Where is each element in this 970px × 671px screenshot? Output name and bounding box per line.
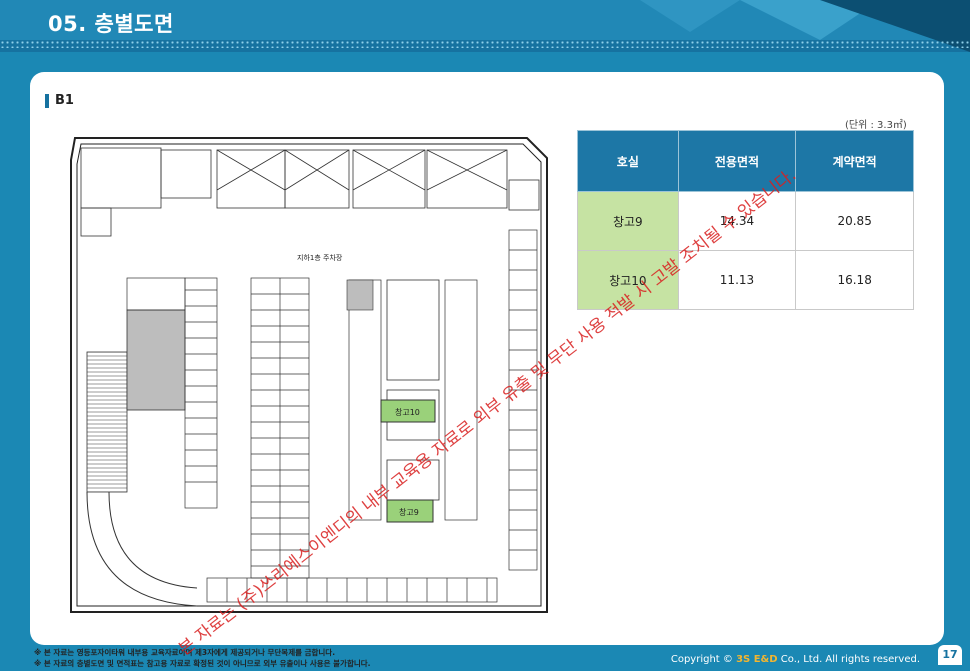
copyright-suffix: Co., Ltd. All rights reserved.	[780, 654, 920, 665]
footnote-2: ※ 본 자료의 층별도면 및 면적표는 참고용 자료로 확정된 것이 아니므로 …	[34, 659, 371, 668]
col-header-contract: 계약면적	[795, 130, 914, 192]
contract-area-cell: 16.18	[795, 250, 914, 310]
section-label-text: B1	[55, 93, 74, 108]
section-marker	[45, 93, 49, 108]
copyright: Copyright © 3S E&D Co., Ltd. All rights …	[671, 654, 920, 665]
storage9-label: 창고9	[399, 508, 419, 517]
parking-label: 지하1층 주차장	[297, 253, 343, 262]
section-label: B1	[45, 93, 74, 108]
brand-name: 3S E&D	[736, 654, 778, 665]
page-title: 05. 층별도면	[48, 12, 174, 36]
room-cell: 창고9	[577, 191, 679, 251]
page-number: 17	[938, 645, 962, 665]
contract-area-cell: 20.85	[795, 191, 914, 251]
col-header-room: 호실	[577, 130, 679, 192]
unit-note: (단위 : 3.3㎡)	[845, 120, 907, 131]
copyright-prefix: Copyright ©	[670, 654, 733, 665]
storage10-label: 창고10	[395, 408, 420, 417]
